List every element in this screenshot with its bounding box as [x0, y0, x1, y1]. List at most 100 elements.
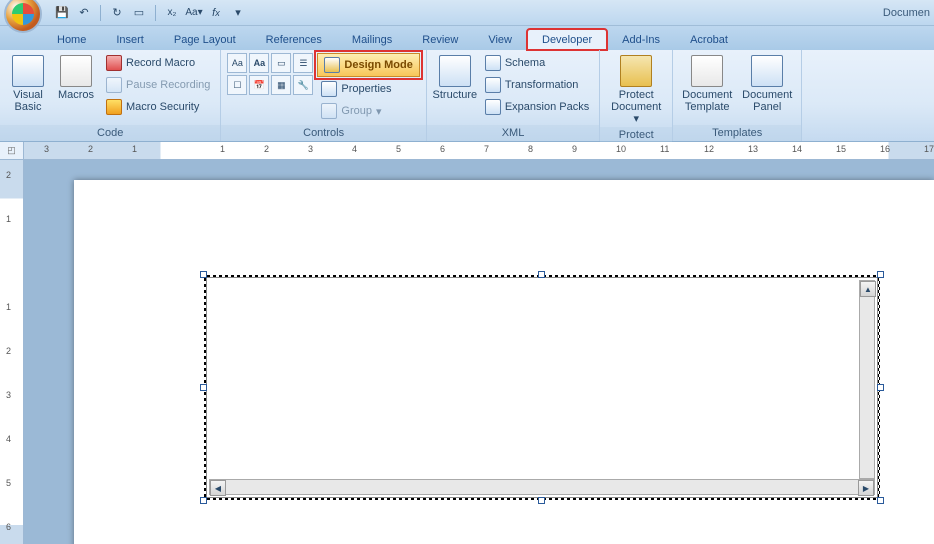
template-icon — [691, 55, 723, 87]
group-button[interactable]: Group ▾ — [317, 101, 419, 121]
ribbon-tabs: HomeInsertPage LayoutReferencesMailingsR… — [0, 26, 934, 50]
ruler-number: 6 — [6, 522, 11, 532]
document-scroll[interactable]: ▲ ◀ ▶ — [24, 160, 934, 544]
activex-control[interactable]: ▲ ◀ ▶ — [204, 275, 880, 500]
picture-control[interactable]: ▭ — [271, 53, 291, 73]
tab-home[interactable]: Home — [42, 29, 101, 50]
formula-icon[interactable]: fx — [208, 5, 224, 21]
plaintext-control[interactable]: Aa — [249, 53, 269, 73]
label: Document Panel — [741, 89, 793, 113]
quick-access-toolbar: 💾 ↶ ↻ ▭ x₂ Aa▾ fx ▾ — [54, 5, 246, 21]
ruler-number: 5 — [6, 478, 11, 488]
ruler-number: 13 — [748, 144, 758, 154]
document-area: 21123456 ▲ ◀ ▶ — [0, 160, 934, 544]
ruler-number: 11 — [660, 144, 669, 154]
new-doc-icon[interactable]: ▭ — [131, 5, 147, 21]
group-title: Controls — [221, 125, 425, 141]
document-title: Documen — [883, 7, 930, 19]
label: Schema — [505, 57, 545, 69]
properties-button[interactable]: Properties — [317, 79, 419, 99]
resize-handle[interactable] — [200, 497, 207, 504]
macros-button[interactable]: Macros — [54, 53, 98, 103]
tab-add-ins[interactable]: Add-Ins — [607, 29, 675, 50]
ruler-number: 1 — [132, 144, 137, 154]
label: Protect Document ▾ — [608, 89, 664, 125]
tab-developer[interactable]: Developer — [527, 29, 607, 50]
ruler-number: 7 — [484, 144, 489, 154]
tab-references[interactable]: References — [251, 29, 337, 50]
building-block-control[interactable]: ▦ — [271, 75, 291, 95]
combo-control[interactable]: ☰ — [293, 53, 313, 73]
protect-document-button[interactable]: Protect Document ▾ — [606, 53, 666, 127]
legacy-tools[interactable]: 🔧 — [293, 75, 313, 95]
group-title: Templates — [673, 125, 801, 141]
document-template-button[interactable]: Document Template — [679, 53, 735, 115]
ruler-bar: ◰ 3211234567891011121314151617 — [0, 142, 934, 160]
structure-icon — [439, 55, 471, 87]
ruler-corner[interactable]: ◰ — [0, 142, 24, 159]
scroll-right-icon[interactable]: ▶ — [858, 480, 874, 496]
resize-handle[interactable] — [877, 271, 884, 278]
ruler-number: 17 — [924, 144, 934, 154]
ruler-number: 2 — [6, 170, 11, 180]
ruler-number: 2 — [264, 144, 269, 154]
horizontal-ruler[interactable]: 3211234567891011121314151617 — [24, 142, 934, 159]
group-templates: Document Template Document Panel Templat… — [673, 50, 802, 141]
group-title: XML — [427, 125, 599, 141]
expansion-packs-button[interactable]: Expansion Packs — [481, 97, 593, 117]
ruler-number: 1 — [220, 144, 225, 154]
ruler-number: 14 — [792, 144, 802, 154]
ruler-number: 15 — [836, 144, 846, 154]
strike-icon[interactable]: x₂ — [164, 5, 180, 21]
richtext-control[interactable]: Aa — [227, 53, 247, 73]
save-icon[interactable]: 💾 — [54, 5, 70, 21]
tab-page-layout[interactable]: Page Layout — [159, 29, 251, 50]
page[interactable]: ▲ ◀ ▶ — [74, 180, 934, 544]
group-controls: Aa Aa ▭ ☰ ☐ 📅 ▦ 🔧 Design Mode Properties… — [221, 50, 426, 141]
record-macro-button[interactable]: Record Macro — [102, 53, 214, 73]
tab-insert[interactable]: Insert — [101, 29, 159, 50]
ruler-number: 3 — [44, 144, 49, 154]
vertical-ruler[interactable]: 21123456 — [0, 160, 24, 544]
tab-view[interactable]: View — [473, 29, 527, 50]
control-hscrollbar[interactable]: ◀ ▶ — [209, 479, 875, 495]
pause-recording-button[interactable]: Pause Recording — [102, 75, 214, 95]
date-control[interactable]: 📅 — [249, 75, 269, 95]
qat-customize-icon[interactable]: ▾ — [230, 5, 246, 21]
label: Transformation — [505, 79, 579, 91]
undo-icon[interactable]: ↶ — [76, 5, 92, 21]
scroll-up-icon[interactable]: ▲ — [860, 281, 876, 297]
security-icon — [106, 99, 122, 115]
ruler-number: 12 — [704, 144, 714, 154]
control-vscrollbar[interactable]: ▲ — [859, 280, 875, 479]
resize-handle[interactable] — [538, 271, 545, 278]
label: Document Template — [681, 89, 733, 113]
control-body[interactable]: ▲ ◀ ▶ — [206, 277, 878, 498]
schema-button[interactable]: Schema — [481, 53, 593, 73]
tab-acrobat[interactable]: Acrobat — [675, 29, 743, 50]
resize-handle[interactable] — [538, 497, 545, 504]
tab-review[interactable]: Review — [407, 29, 473, 50]
macro-security-button[interactable]: Macro Security — [102, 97, 214, 117]
resize-handle[interactable] — [200, 271, 207, 278]
ruler-number: 1 — [6, 214, 11, 224]
structure-button[interactable]: Structure — [433, 53, 477, 103]
scroll-left-icon[interactable]: ◀ — [210, 480, 226, 496]
design-mode-button[interactable]: Design Mode — [317, 53, 419, 77]
label: Record Macro — [126, 57, 195, 69]
font-case-icon[interactable]: Aa▾ — [186, 5, 202, 21]
visual-basic-button[interactable]: Visual Basic — [6, 53, 50, 115]
document-panel-button[interactable]: Document Panel — [739, 53, 795, 115]
ruler-number: 16 — [880, 144, 890, 154]
resize-handle[interactable] — [877, 497, 884, 504]
tab-mailings[interactable]: Mailings — [337, 29, 407, 50]
dropdown-control[interactable]: ☐ — [227, 75, 247, 95]
redo-icon[interactable]: ↻ — [109, 5, 125, 21]
expansion-icon — [485, 99, 501, 115]
resize-handle[interactable] — [200, 384, 207, 391]
label: Group — [341, 105, 372, 117]
resize-handle[interactable] — [877, 384, 884, 391]
group-title: Protect — [600, 127, 672, 143]
vb-icon — [12, 55, 44, 87]
transformation-button[interactable]: Transformation — [481, 75, 593, 95]
